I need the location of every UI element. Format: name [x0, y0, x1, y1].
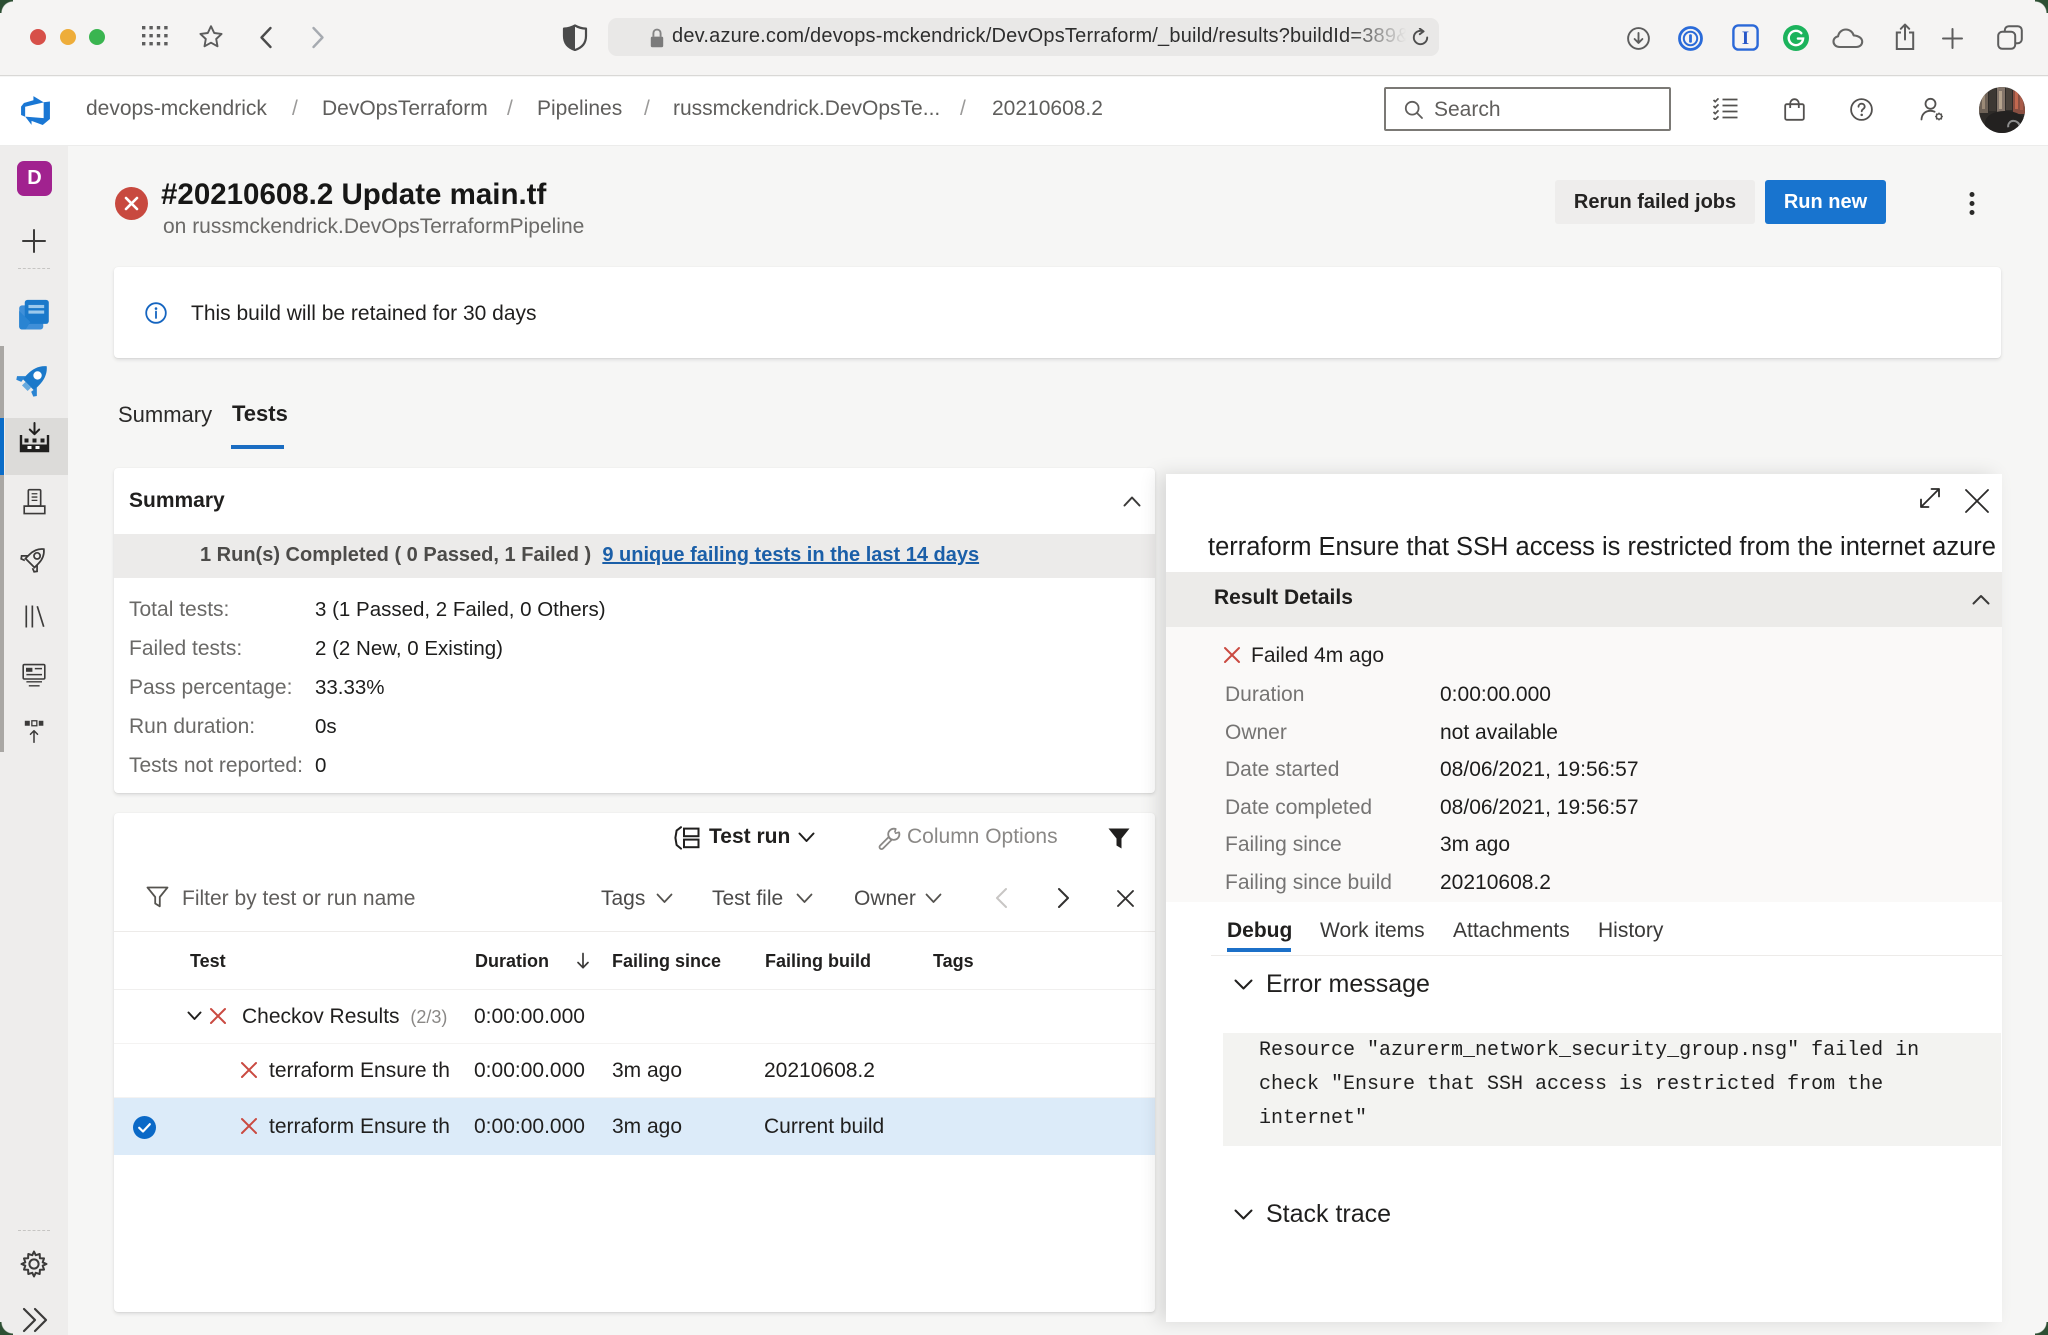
- svg-text:I: I: [1742, 28, 1749, 49]
